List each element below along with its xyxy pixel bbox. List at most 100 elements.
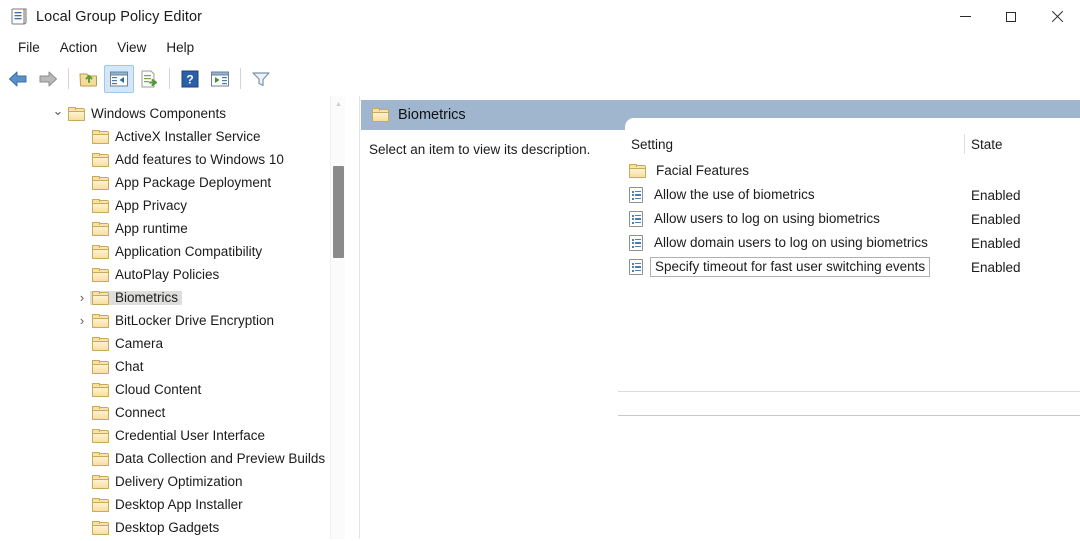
tree-item-app-package-deployment[interactable]: App Package Deployment	[0, 171, 345, 194]
tree-item-label: Add features to Windows 10	[115, 151, 284, 167]
tree-item-activex-installer-service[interactable]: ActiveX Installer Service	[0, 125, 345, 148]
show-action-pane-button[interactable]	[205, 65, 235, 93]
tree-item-content[interactable]: App Privacy	[90, 198, 191, 213]
tree-item-camera[interactable]: Camera	[0, 332, 345, 355]
maximize-button[interactable]	[988, 0, 1034, 33]
tree-item-add-features-to-windows-10[interactable]: Add features to Windows 10	[0, 148, 345, 171]
folder-icon	[92, 152, 109, 167]
column-header-state[interactable]: State	[971, 137, 1003, 152]
scroll-up-icon[interactable]: ▲	[331, 96, 346, 112]
title-bar: Local Group Policy Editor	[0, 0, 1080, 33]
tree-item-chat[interactable]: Chat	[0, 355, 345, 378]
chevron-placeholder	[74, 447, 90, 470]
tree-item-content[interactable]: Delivery Optimization	[90, 474, 247, 489]
tree-item-label: ActiveX Installer Service	[115, 128, 261, 144]
folder-icon	[92, 474, 109, 489]
tree-item-content[interactable]: Connect	[90, 405, 169, 420]
tree-item-credential-user-interface[interactable]: Credential User Interface	[0, 424, 345, 447]
forward-button[interactable]	[33, 65, 63, 93]
tree-item-windows-components[interactable]: ⌄ Windows Components	[0, 102, 345, 125]
setting-state-label: Enabled	[971, 211, 1021, 227]
tree-item-connect[interactable]: Connect	[0, 401, 345, 424]
tree-item-content[interactable]: Data Collection and Preview Builds	[90, 451, 329, 466]
console-document-icon	[9, 7, 29, 27]
tree-item-label: Cloud Content	[115, 381, 202, 397]
svg-text:?: ?	[186, 72, 193, 86]
minimize-button[interactable]	[942, 0, 988, 33]
chevron-placeholder	[74, 171, 90, 194]
tree-item-delivery-optimization[interactable]: Delivery Optimization	[0, 470, 345, 493]
table-row[interactable]: Specify timeout for fast user switching …	[626, 255, 1080, 279]
tree-item-content[interactable]: AutoPlay Policies	[90, 267, 223, 282]
close-button[interactable]	[1034, 0, 1080, 33]
tree-item-content[interactable]: Add features to Windows 10	[90, 151, 288, 167]
chevron-right-icon[interactable]: ›	[74, 309, 90, 332]
menu-item-action[interactable]: Action	[50, 37, 108, 58]
tree-item-content[interactable]: Cloud Content	[90, 381, 205, 397]
tree-item-autoplay-policies[interactable]: AutoPlay Policies	[0, 263, 345, 286]
toolbar-separator-1	[68, 68, 69, 89]
export-list-icon	[138, 69, 160, 89]
filter-button[interactable]	[246, 65, 276, 93]
window-controls	[942, 0, 1080, 33]
setting-name-label: Specify timeout for fast user switching …	[650, 257, 931, 277]
folder-icon	[92, 198, 109, 213]
setting-name-cell: Allow the use of biometrics	[626, 183, 819, 207]
tree-item-content[interactable]: Windows Components	[66, 106, 230, 121]
tree-item-cloud-content[interactable]: Cloud Content	[0, 378, 345, 401]
settings-list-column: Setting State Facial Features Allow the u…	[618, 134, 1080, 541]
tree-item-content[interactable]: App Package Deployment	[90, 175, 275, 190]
table-row[interactable]: Allow the use of biometrics Enabled	[626, 183, 1080, 207]
tree-scrollbar-thumb[interactable]	[333, 166, 344, 258]
folder-icon	[92, 382, 109, 397]
menu-item-view[interactable]: View	[107, 37, 156, 58]
help-button[interactable]: ?	[175, 65, 205, 93]
table-row[interactable]: Allow users to log on using biometrics En…	[626, 207, 1080, 231]
local-group-policy-editor-window: Local Group Policy Editor File Action Vi…	[0, 0, 1080, 541]
tree-item-label: Application Compatibility	[115, 243, 263, 259]
chevron-right-icon[interactable]: ›	[74, 286, 90, 309]
tree-item-content[interactable]: ActiveX Installer Service	[90, 128, 265, 144]
chevron-placeholder	[74, 217, 90, 240]
chevron-placeholder	[74, 263, 90, 286]
folder-icon	[92, 405, 109, 420]
tree-item-biometrics[interactable]: › Biometrics	[0, 286, 345, 309]
setting-state-label: Enabled	[971, 259, 1021, 275]
tree-item-bitlocker-drive-encryption[interactable]: › BitLocker Drive Encryption	[0, 309, 345, 332]
tree-item-content[interactable]: BitLocker Drive Encryption	[90, 313, 278, 328]
back-button[interactable]	[3, 65, 33, 93]
tree-item-content[interactable]: Desktop App Installer	[90, 497, 247, 512]
menu-item-file[interactable]: File	[8, 37, 50, 58]
menu-item-help[interactable]: Help	[156, 37, 204, 58]
tree-item-content[interactable]: Chat	[90, 359, 148, 374]
policy-icon	[629, 235, 644, 251]
show-hide-console-tree-button[interactable]	[104, 64, 134, 93]
tree-item-content[interactable]: Biometrics	[90, 290, 183, 305]
tree-item-content[interactable]: App runtime	[90, 221, 192, 236]
tree-item-app-runtime[interactable]: App runtime	[0, 217, 345, 240]
chevron-down-icon[interactable]: ⌄	[50, 100, 66, 123]
tree-item-desktop-app-installer[interactable]: Desktop App Installer	[0, 493, 345, 516]
column-header-setting[interactable]: Setting	[631, 137, 673, 152]
tree-item-content[interactable]: Credential User Interface	[90, 428, 269, 443]
folder-icon	[629, 164, 646, 178]
tree-item-desktop-gadgets[interactable]: Desktop Gadgets	[0, 516, 345, 539]
up-one-level-button[interactable]	[74, 65, 104, 93]
tree-item-content[interactable]: Camera	[90, 336, 167, 351]
setting-name-cell: Allow domain users to log on using biome…	[626, 231, 932, 255]
folder-icon	[372, 108, 389, 122]
tree-item-content[interactable]: Application Compatibility	[90, 243, 266, 259]
tree-item-app-privacy[interactable]: App Privacy	[0, 194, 345, 217]
tree-scrollbar[interactable]: ▲	[330, 96, 345, 541]
tree-item-content[interactable]: Desktop Gadgets	[90, 520, 223, 535]
toolbar-separator-3	[240, 68, 241, 89]
table-row[interactable]: Allow domain users to log on using biome…	[626, 231, 1080, 255]
column-divider[interactable]	[964, 134, 965, 154]
folder-icon	[92, 175, 109, 190]
table-row[interactable]: Facial Features	[626, 159, 1080, 183]
tree-item-application-compatibility[interactable]: Application Compatibility	[0, 240, 345, 263]
tree-item-data-collection-and-preview-builds[interactable]: Data Collection and Preview Builds	[0, 447, 345, 470]
export-list-button[interactable]	[134, 65, 164, 93]
description-column: Select an item to view its description.	[361, 134, 625, 541]
close-icon	[1051, 10, 1064, 23]
